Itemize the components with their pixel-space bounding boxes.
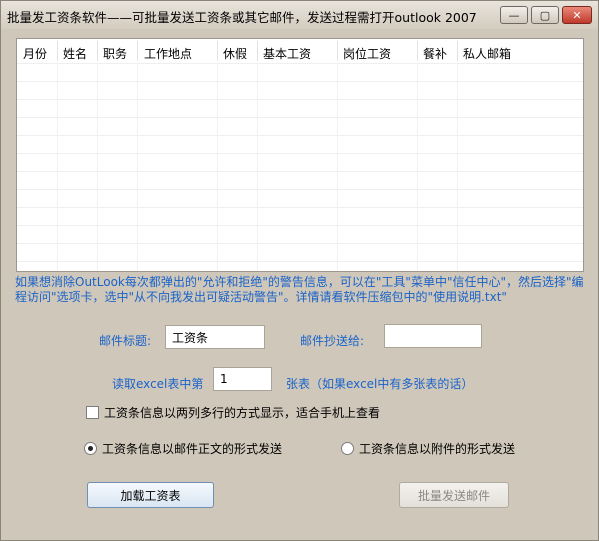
- load-salary-button[interactable]: 加载工资表: [87, 482, 214, 508]
- maximize-icon: ▢: [539, 8, 551, 22]
- sheet-label-suffix: 张表（如果excel中有多张表的话）: [286, 377, 474, 391]
- two-column-checkbox[interactable]: 工资条信息以两列多行的方式显示，适合手机上查看: [86, 404, 380, 421]
- column-header-name[interactable]: 姓名: [63, 45, 87, 62]
- radio-dot-selected[interactable]: [84, 442, 97, 455]
- radio-send-as-attachment[interactable]: 工资条信息以附件的形式发送: [341, 440, 515, 457]
- column-header-email[interactable]: 私人邮箱: [463, 45, 511, 62]
- subject-input[interactable]: [165, 325, 265, 349]
- minimize-icon: —: [508, 8, 520, 22]
- column-header-leave[interactable]: 休假: [223, 45, 247, 62]
- sheet-label-prefix: 读取excel表中第: [112, 377, 204, 391]
- close-button[interactable]: ✕: [562, 6, 592, 24]
- radio-send-as-body-label: 工资条信息以邮件正文的形式发送: [102, 442, 283, 456]
- minimize-button[interactable]: —: [500, 6, 528, 24]
- main-window: 批量发工资条软件——可批量发送工资条或其它邮件，发送过程需打开outlook 2…: [0, 0, 599, 541]
- title-bar[interactable]: 批量发工资条软件——可批量发送工资条或其它邮件，发送过程需打开outlook 2…: [1, 1, 598, 29]
- close-icon: ✕: [572, 8, 582, 22]
- radio-send-as-body[interactable]: 工资条信息以邮件正文的形式发送: [84, 440, 282, 457]
- subject-label: 邮件标题:: [99, 334, 152, 348]
- column-header-position[interactable]: 职务: [103, 45, 127, 62]
- radio-dot-unselected[interactable]: [341, 442, 354, 455]
- salary-grid[interactable]: 月份 姓名 职务 工作地点 休假 基本工资 岗位工资 餐补 私人邮箱: [16, 38, 584, 272]
- sheet-number-input[interactable]: [213, 367, 272, 391]
- column-header-post-pay[interactable]: 岗位工资: [343, 45, 391, 62]
- two-column-checkbox-label: 工资条信息以两列多行的方式显示，适合手机上查看: [104, 406, 381, 420]
- batch-send-button[interactable]: 批量发送邮件: [399, 482, 509, 508]
- radio-send-as-attachment-label: 工资条信息以附件的形式发送: [359, 442, 516, 456]
- column-header-meal[interactable]: 餐补: [423, 45, 447, 62]
- grid-header: 月份 姓名 职务 工作地点 休假 基本工资 岗位工资 餐补 私人邮箱: [17, 39, 583, 63]
- cc-label: 邮件抄送给:: [300, 334, 365, 348]
- outlook-warning-info: 如果想消除OutLook每次都弹出的"允许和拒绝"的警告信息，可以在"工具"菜单…: [15, 275, 584, 304]
- checkbox-box[interactable]: [86, 406, 99, 419]
- column-header-base-pay[interactable]: 基本工资: [263, 45, 311, 62]
- column-header-location[interactable]: 工作地点: [144, 45, 192, 62]
- maximize-button[interactable]: ▢: [531, 6, 559, 24]
- cc-input[interactable]: [384, 324, 482, 348]
- window-title: 批量发工资条软件——可批量发送工资条或其它邮件，发送过程需打开outlook 2…: [7, 10, 477, 25]
- column-header-month[interactable]: 月份: [23, 45, 47, 62]
